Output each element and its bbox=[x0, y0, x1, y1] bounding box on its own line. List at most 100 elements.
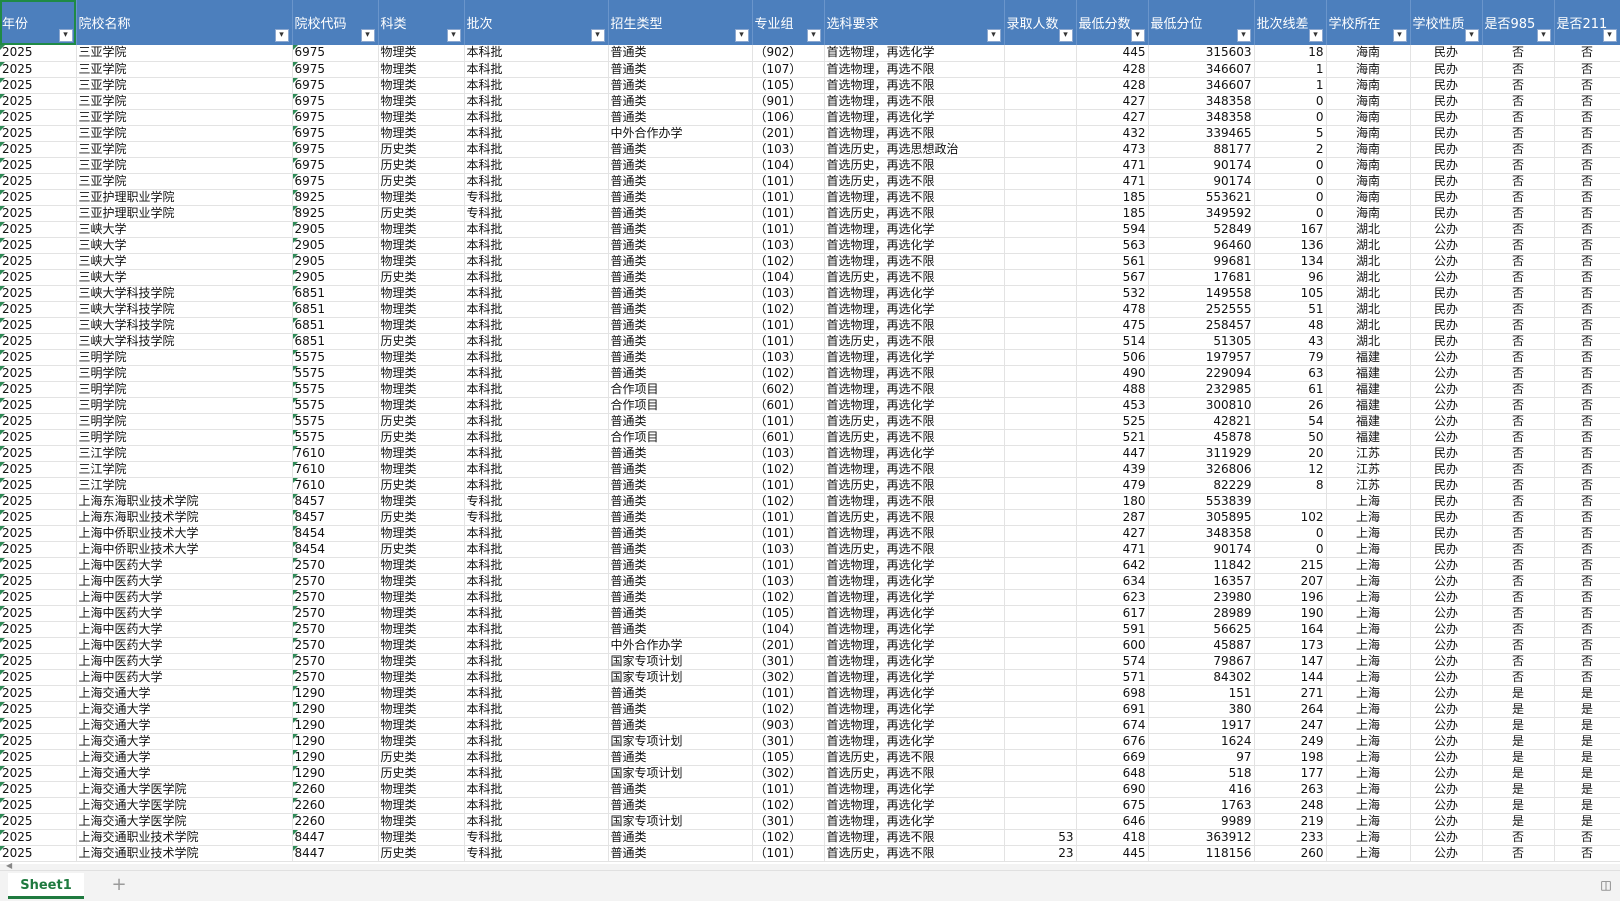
table-cell[interactable]: 湖北 bbox=[1326, 253, 1411, 270]
table-cell[interactable]: 首选物理，再选不限 bbox=[824, 125, 1005, 142]
table-cell[interactable]: 否 bbox=[1554, 45, 1620, 62]
table-cell[interactable]: 5575 bbox=[292, 349, 379, 366]
plus-icon[interactable]: + bbox=[108, 874, 130, 896]
table-cell[interactable]: 2025 bbox=[0, 621, 77, 638]
table-cell[interactable]: 首选物理，再选不限 bbox=[824, 189, 1005, 206]
table-cell[interactable]: 147 bbox=[1254, 653, 1327, 670]
table-cell[interactable]: 否 bbox=[1554, 253, 1620, 270]
table-cell[interactable]: 2025 bbox=[0, 557, 77, 574]
table-cell[interactable]: （105） bbox=[752, 77, 825, 94]
table-cell[interactable] bbox=[1004, 317, 1077, 334]
table-cell[interactable]: 260 bbox=[1254, 845, 1327, 862]
table-cell[interactable]: 三亚学院 bbox=[76, 109, 293, 126]
table-cell[interactable]: 416 bbox=[1148, 781, 1255, 798]
table-cell[interactable]: 物理类 bbox=[378, 685, 465, 702]
table-cell[interactable]: 475 bbox=[1076, 317, 1149, 334]
table-cell[interactable]: 348358 bbox=[1148, 93, 1255, 110]
table-cell[interactable]: 是 bbox=[1554, 685, 1620, 702]
table-cell[interactable]: 5575 bbox=[292, 365, 379, 382]
table-cell[interactable]: 民办 bbox=[1410, 173, 1483, 190]
table-cell[interactable]: 177 bbox=[1254, 765, 1327, 782]
table-cell[interactable] bbox=[1004, 493, 1077, 510]
table-cell[interactable]: 历史类 bbox=[378, 541, 465, 558]
table-cell[interactable] bbox=[1004, 637, 1077, 654]
table-cell[interactable]: 6851 bbox=[292, 333, 379, 350]
table-cell[interactable]: 首选物理，再选化学 bbox=[824, 813, 1005, 830]
table-cell[interactable]: 首选物理，再选不限 bbox=[824, 253, 1005, 270]
table-cell[interactable]: 否 bbox=[1482, 605, 1555, 622]
table-cell[interactable]: 否 bbox=[1482, 317, 1555, 334]
table-cell[interactable]: 上海 bbox=[1326, 829, 1411, 846]
table-cell[interactable]: 三明学院 bbox=[76, 429, 293, 446]
table-cell[interactable]: 上海 bbox=[1326, 605, 1411, 622]
table-cell[interactable]: 否 bbox=[1554, 173, 1620, 190]
table-cell[interactable]: 249 bbox=[1254, 733, 1327, 750]
column-header-13[interactable]: 学校性质 ▾ bbox=[1410, 0, 1483, 45]
table-cell[interactable]: 691 bbox=[1076, 701, 1149, 718]
table-cell[interactable]: 国家专项计划 bbox=[608, 733, 753, 750]
table-cell[interactable]: 1290 bbox=[292, 685, 379, 702]
table-cell[interactable]: 上海 bbox=[1326, 797, 1411, 814]
table-cell[interactable]: 2025 bbox=[0, 701, 77, 718]
column-header-5[interactable]: 招生类型 ▾ bbox=[608, 0, 753, 45]
table-cell[interactable]: 上海交通大学 bbox=[76, 717, 293, 734]
table-cell[interactable]: 84302 bbox=[1148, 669, 1255, 686]
table-cell[interactable]: 普通类 bbox=[608, 237, 753, 254]
table-cell[interactable]: 否 bbox=[1554, 829, 1620, 846]
table-cell[interactable]: 上海 bbox=[1326, 493, 1411, 510]
table-cell[interactable]: 上海 bbox=[1326, 669, 1411, 686]
table-cell[interactable] bbox=[1004, 509, 1077, 526]
table-cell[interactable]: 公办 bbox=[1410, 733, 1483, 750]
table-cell[interactable]: （101） bbox=[752, 317, 825, 334]
table-cell[interactable]: 民办 bbox=[1410, 541, 1483, 558]
table-cell[interactable]: 普通类 bbox=[608, 621, 753, 638]
table-cell[interactable]: 普通类 bbox=[608, 525, 753, 542]
table-cell[interactable]: （101） bbox=[752, 477, 825, 494]
table-cell[interactable]: 海南 bbox=[1326, 109, 1411, 126]
table-cell[interactable]: 是 bbox=[1482, 781, 1555, 798]
table-cell[interactable]: 三峡大学科技学院 bbox=[76, 317, 293, 334]
table-cell[interactable]: 本科批 bbox=[464, 749, 609, 766]
filter-dropdown-icon[interactable]: ▾ bbox=[360, 29, 375, 42]
table-cell[interactable] bbox=[1004, 573, 1077, 590]
table-cell[interactable]: 历史类 bbox=[378, 333, 465, 350]
table-cell[interactable]: 历史类 bbox=[378, 845, 465, 862]
table-cell[interactable] bbox=[1004, 397, 1077, 414]
table-cell[interactable]: 本科批 bbox=[464, 813, 609, 830]
table-cell[interactable]: 首选历史，再选不限 bbox=[824, 157, 1005, 174]
table-cell[interactable]: 普通类 bbox=[608, 109, 753, 126]
table-cell[interactable]: 本科批 bbox=[464, 429, 609, 446]
table-cell[interactable]: 否 bbox=[1482, 349, 1555, 366]
table-cell[interactable]: 湖北 bbox=[1326, 269, 1411, 286]
table-cell[interactable]: 1763 bbox=[1148, 797, 1255, 814]
table-cell[interactable]: 公办 bbox=[1410, 765, 1483, 782]
table-cell[interactable]: 453 bbox=[1076, 397, 1149, 414]
table-cell[interactable] bbox=[1004, 781, 1077, 798]
table-cell[interactable]: 否 bbox=[1482, 221, 1555, 238]
table-cell[interactable]: 0 bbox=[1254, 541, 1327, 558]
table-cell[interactable]: 三江学院 bbox=[76, 477, 293, 494]
table-cell[interactable]: 否 bbox=[1554, 61, 1620, 78]
column-header-8[interactable]: 录取人数 ▾ bbox=[1004, 0, 1077, 45]
table-cell[interactable]: 上海 bbox=[1326, 813, 1411, 830]
table-cell[interactable]: 2905 bbox=[292, 237, 379, 254]
table-cell[interactable]: 首选物理，再选化学 bbox=[824, 781, 1005, 798]
table-cell[interactable]: 471 bbox=[1076, 157, 1149, 174]
table-cell[interactable]: 海南 bbox=[1326, 205, 1411, 222]
table-cell[interactable]: 首选物理，再选不限 bbox=[824, 829, 1005, 846]
table-cell[interactable]: 45878 bbox=[1148, 429, 1255, 446]
table-cell[interactable]: 0 bbox=[1254, 525, 1327, 542]
table-cell[interactable]: 上海交通职业技术学院 bbox=[76, 845, 293, 862]
table-cell[interactable]: 本科批 bbox=[464, 477, 609, 494]
table-cell[interactable]: 普通类 bbox=[608, 285, 753, 302]
table-cell[interactable]: 否 bbox=[1482, 77, 1555, 94]
table-cell[interactable]: 首选物理，再选不限 bbox=[824, 61, 1005, 78]
table-cell[interactable]: 2025 bbox=[0, 717, 77, 734]
table-cell[interactable]: 普通类 bbox=[608, 573, 753, 590]
table-cell[interactable] bbox=[1004, 221, 1077, 238]
table-cell[interactable]: 上海中医药大学 bbox=[76, 605, 293, 622]
table-cell[interactable]: 江苏 bbox=[1326, 477, 1411, 494]
table-cell[interactable]: 346607 bbox=[1148, 77, 1255, 94]
table-cell[interactable]: 海南 bbox=[1326, 45, 1411, 62]
table-cell[interactable]: 公办 bbox=[1410, 797, 1483, 814]
